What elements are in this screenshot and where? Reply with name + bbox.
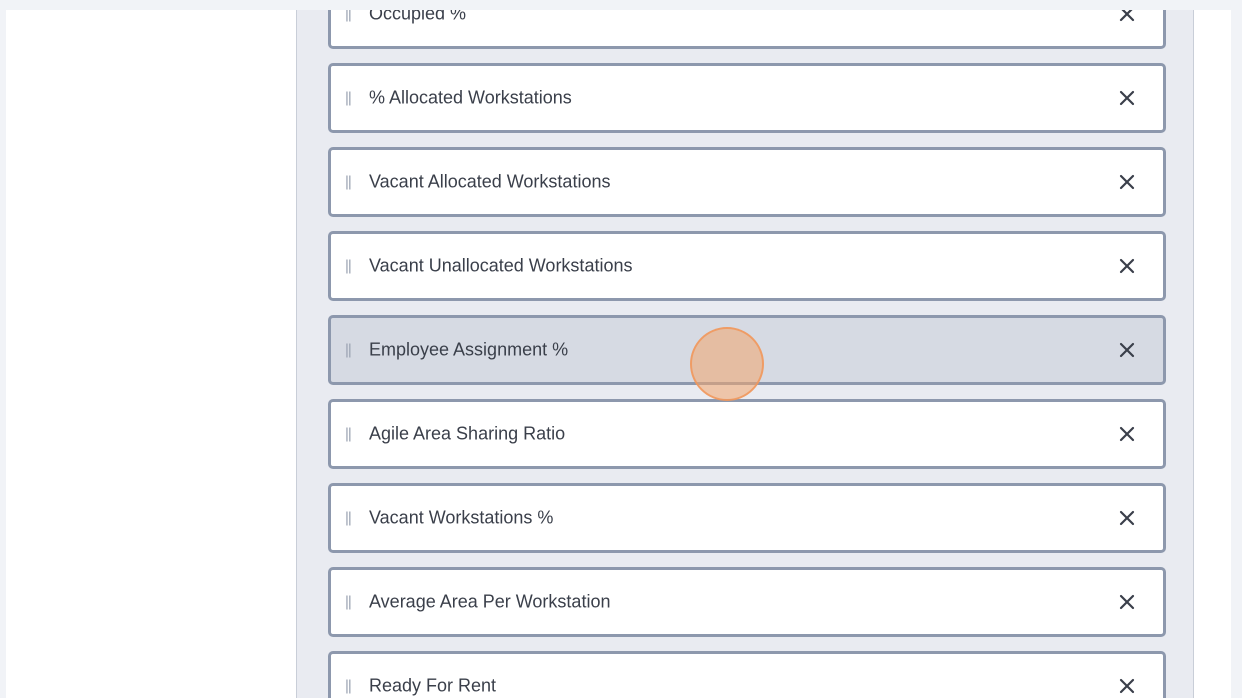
drag-handle-icon[interactable]: ||	[345, 342, 352, 359]
remove-field-button[interactable]	[1116, 507, 1138, 529]
remove-field-button[interactable]	[1116, 87, 1138, 109]
drag-handle-icon[interactable]: ||	[345, 678, 352, 695]
close-icon	[1119, 594, 1135, 610]
field-label: Vacant Workstations %	[369, 507, 554, 528]
scrollbar[interactable]	[1231, 10, 1242, 698]
remove-field-button[interactable]	[1116, 591, 1138, 613]
remove-field-button[interactable]	[1116, 171, 1138, 193]
field-label: Employee Assignment %	[369, 339, 569, 360]
field-item[interactable]: || Occupied %	[328, 10, 1166, 49]
field-item[interactable]: || Average Area Per Workstation	[328, 567, 1166, 637]
drag-handle-icon[interactable]: ||	[345, 174, 352, 191]
field-item[interactable]: || Employee Assignment %	[328, 315, 1166, 385]
main-content: || Occupied % ||% Allocated Workstations ||…	[6, 10, 1231, 698]
selected-fields-panel: || Occupied % ||% Allocated Workstations ||…	[296, 10, 1194, 698]
drag-handle-icon[interactable]: ||	[345, 10, 352, 23]
remove-field-button[interactable]	[1116, 339, 1138, 361]
field-item[interactable]: || Vacant Allocated Workstations	[328, 147, 1166, 217]
field-item[interactable]: || Vacant Workstations %	[328, 483, 1166, 553]
field-label: Agile Area Sharing Ratio	[369, 423, 566, 444]
remove-field-button[interactable]	[1116, 423, 1138, 445]
drag-handle-icon[interactable]: ||	[345, 258, 352, 275]
field-label: Average Area Per Workstation	[369, 591, 611, 612]
field-item[interactable]: || Ready For Rent	[328, 651, 1166, 698]
field-item[interactable]: || % Allocated Workstations	[328, 63, 1166, 133]
field-label: % Allocated Workstations	[369, 87, 572, 108]
field-label: Vacant Allocated Workstations	[369, 171, 611, 192]
drag-handle-icon[interactable]: ||	[345, 90, 352, 107]
remove-field-button[interactable]	[1116, 10, 1138, 25]
close-icon	[1119, 258, 1135, 274]
drag-handle-icon[interactable]: ||	[345, 510, 352, 527]
close-icon	[1119, 426, 1135, 442]
field-label: Vacant Unallocated Workstations	[369, 255, 633, 276]
close-icon	[1119, 10, 1135, 22]
close-icon	[1119, 342, 1135, 358]
close-icon	[1119, 90, 1135, 106]
field-item[interactable]: || Agile Area Sharing Ratio	[328, 399, 1166, 469]
remove-field-button[interactable]	[1116, 675, 1138, 697]
close-icon	[1119, 510, 1135, 526]
drag-handle-icon[interactable]: ||	[345, 594, 352, 611]
remove-field-button[interactable]	[1116, 255, 1138, 277]
field-label: Occupied %	[369, 10, 467, 24]
drag-handle-icon[interactable]: ||	[345, 426, 352, 443]
field-label: Ready For Rent	[369, 675, 497, 696]
close-icon	[1119, 678, 1135, 694]
field-item[interactable]: || Vacant Unallocated Workstations	[328, 231, 1166, 301]
close-icon	[1119, 174, 1135, 190]
